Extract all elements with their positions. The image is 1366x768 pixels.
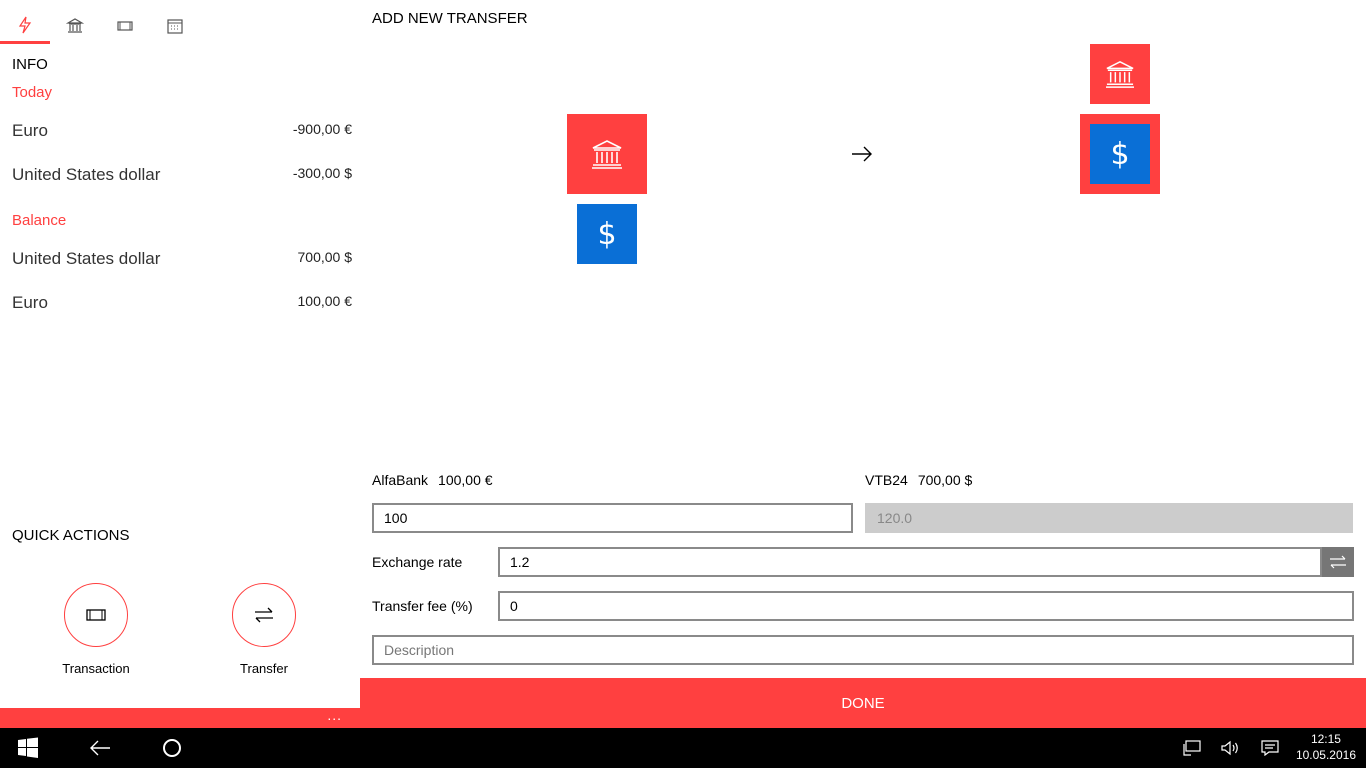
source-bank-tile[interactable] (567, 114, 647, 194)
exchange-rate-label: Exchange rate (372, 554, 463, 570)
balance-row-value: 100,00 € (297, 293, 353, 309)
source-account-name: AlfaBank (372, 472, 429, 488)
tab-transactions[interactable] (100, 8, 150, 44)
windows-start-icon[interactable] (16, 736, 40, 760)
tab-calendar[interactable] (150, 8, 200, 44)
balance-label: Balance (12, 212, 67, 229)
transfer-panel: ADD NEW TRANSFER $ $ AlfaBank 100,00 € VT… (360, 0, 1366, 728)
arrow-right-icon (850, 142, 874, 171)
target-account-info: VTB24 700,00 $ (865, 472, 982, 488)
cortana-icon[interactable] (160, 736, 184, 760)
clock-time: 12:15 (1310, 732, 1341, 746)
transaction-icon (117, 21, 133, 31)
today-row-name: United States dollar (12, 165, 161, 184)
source-account-info: AlfaBank 100,00 € (372, 472, 503, 488)
transfer-label: Transfer (240, 661, 288, 676)
swap-arrows-icon (1330, 555, 1346, 569)
target-account-name: VTB24 (865, 472, 908, 488)
source-account-balance: 100,00 € (438, 472, 493, 488)
exchange-rate-input[interactable]: 1.2 (498, 547, 1322, 577)
network-icon[interactable] (1180, 736, 1204, 760)
more-button[interactable]: ... (327, 707, 342, 723)
quick-transfer-button[interactable]: Transfer (199, 583, 329, 683)
target-account-balance: 700,00 $ (917, 472, 973, 488)
converted-amount-field: 120.0 (865, 503, 1353, 533)
today-row-name: Euro (12, 121, 48, 140)
transaction-icon (86, 609, 106, 621)
swap-rate-button[interactable] (1322, 547, 1354, 577)
transfer-fee-input[interactable]: 0 (498, 591, 1354, 621)
target-currency-tile[interactable]: $ (1090, 124, 1150, 184)
tab-info[interactable] (0, 8, 50, 44)
volume-icon[interactable] (1218, 736, 1242, 760)
page-title: ADD NEW TRANSFER (372, 10, 528, 27)
source-currency-tile[interactable]: $ (577, 204, 637, 264)
lightning-icon (18, 16, 32, 33)
quick-transaction-button[interactable]: Transaction (31, 583, 161, 683)
bank-icon (66, 18, 84, 33)
calendar-icon (167, 19, 183, 34)
transfer-circle[interactable] (232, 583, 296, 647)
target-currency-frame[interactable]: $ (1080, 114, 1160, 194)
taskbar: 12:15 10.05.2016 (0, 728, 1366, 768)
today-row-value: -300,00 $ (292, 165, 352, 181)
amount-input[interactable]: 100 (372, 503, 853, 533)
left-panel: INFO Today Euro -900,00 € United States … (0, 0, 360, 728)
today-row-value: -900,00 € (292, 121, 352, 137)
dollar-icon: $ (1110, 136, 1130, 172)
done-button[interactable]: DONE (360, 678, 1366, 728)
target-bank-tile[interactable] (1090, 44, 1150, 104)
tab-accounts[interactable] (50, 8, 100, 44)
balance-row-name: Euro (12, 293, 48, 312)
dollar-icon: $ (597, 216, 617, 252)
quick-actions-title: QUICK ACTIONS (12, 527, 130, 544)
today-label: Today (12, 84, 53, 101)
balance-row-name: United States dollar (12, 249, 161, 268)
app-bar: ... (0, 707, 360, 728)
description-input[interactable]: Description (372, 635, 1354, 665)
transaction-circle[interactable] (64, 583, 128, 647)
action-center-icon[interactable] (1258, 736, 1282, 760)
balance-row-value: 700,00 $ (297, 249, 353, 265)
clock-date: 10.05.2016 (1295, 748, 1356, 762)
bank-icon (1106, 61, 1134, 88)
back-arrow-icon[interactable] (88, 736, 112, 760)
transaction-label: Transaction (62, 661, 130, 676)
swap-arrows-icon (255, 607, 273, 623)
bank-icon (592, 140, 622, 169)
info-title: INFO (12, 56, 48, 73)
clock[interactable]: 12:15 10.05.2016 (1296, 731, 1356, 763)
transfer-fee-label: Transfer fee (%) (372, 598, 473, 614)
